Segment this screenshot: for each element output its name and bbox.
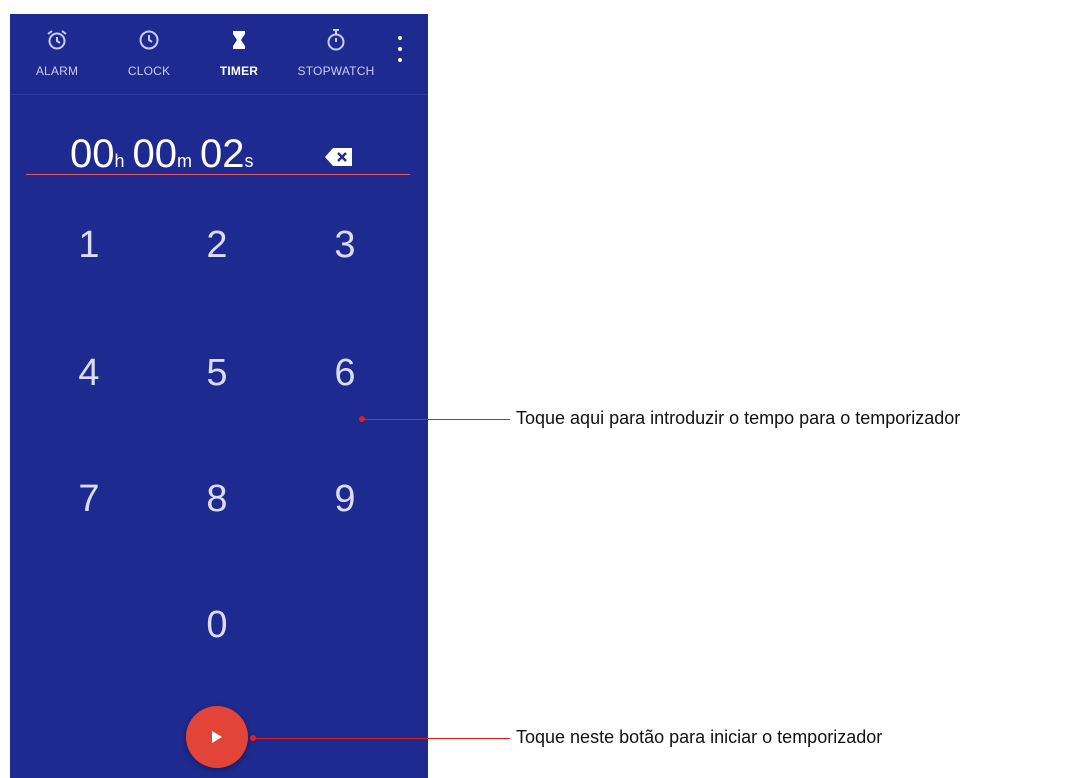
tab-alarm-label: ALARM xyxy=(35,64,79,78)
timer-readout: 00h 00m 02s xyxy=(70,132,262,177)
timer-minutes-unit: m xyxy=(177,151,193,171)
timer-minutes: 00 xyxy=(132,132,178,176)
stopwatch-icon xyxy=(327,29,345,51)
alarm-icon xyxy=(47,30,67,50)
play-icon xyxy=(212,731,222,743)
menu-dot-icon xyxy=(398,58,402,62)
clock-icon xyxy=(139,30,159,50)
tab-bar: ALARM CLOCK TIMER STOPWATCH xyxy=(10,14,428,95)
start-callout-text: Toque neste botão para iniciar o tempori… xyxy=(516,727,883,747)
tab-timer-label: TIMER xyxy=(219,64,259,78)
keypad-key-7[interactable]: 7 xyxy=(44,454,134,544)
menu-dot-icon xyxy=(398,47,402,51)
hourglass-icon xyxy=(233,31,245,49)
tab-stopwatch-label: STOPWATCH xyxy=(297,64,375,78)
timer-hours-unit: h xyxy=(114,151,125,171)
overflow-menu-button[interactable] xyxy=(392,36,408,62)
keypad-key-0[interactable]: 0 xyxy=(172,580,262,670)
timer-seconds: 02 xyxy=(200,132,245,176)
keypad-key-2[interactable]: 2 xyxy=(172,200,262,290)
timer-app-screen: ALARM CLOCK TIMER STOPWATCH 00h 00m 02s … xyxy=(10,14,428,778)
tab-alarm[interactable]: ALARM xyxy=(24,14,90,94)
menu-dot-icon xyxy=(398,36,402,40)
keypad-callout-line xyxy=(362,419,510,420)
keypad-key-1[interactable]: 1 xyxy=(44,200,134,290)
keypad-key-4[interactable]: 4 xyxy=(44,328,134,418)
keypad-key-6[interactable]: 6 xyxy=(300,328,390,418)
backspace-icon[interactable] xyxy=(324,146,354,168)
timer-seconds-unit: s xyxy=(244,151,254,171)
timer-display: 00h 00m 02s xyxy=(10,124,428,184)
keypad-key-5[interactable]: 5 xyxy=(172,328,262,418)
keypad-callout-text: Toque aqui para introduzir o tempo para … xyxy=(516,408,961,428)
tab-timer[interactable]: TIMER xyxy=(206,14,272,94)
tab-clock-label: CLOCK xyxy=(127,64,171,78)
timer-hours: 00 xyxy=(70,132,115,176)
keypad-key-3[interactable]: 3 xyxy=(300,200,390,290)
timer-underline xyxy=(26,174,410,175)
keypad-key-9[interactable]: 9 xyxy=(300,454,390,544)
keypad-key-8[interactable]: 8 xyxy=(172,454,262,544)
start-callout-line xyxy=(253,738,510,739)
tab-clock[interactable]: CLOCK xyxy=(116,14,182,94)
tab-stopwatch[interactable]: STOPWATCH xyxy=(286,14,386,94)
start-timer-button[interactable] xyxy=(186,706,248,768)
